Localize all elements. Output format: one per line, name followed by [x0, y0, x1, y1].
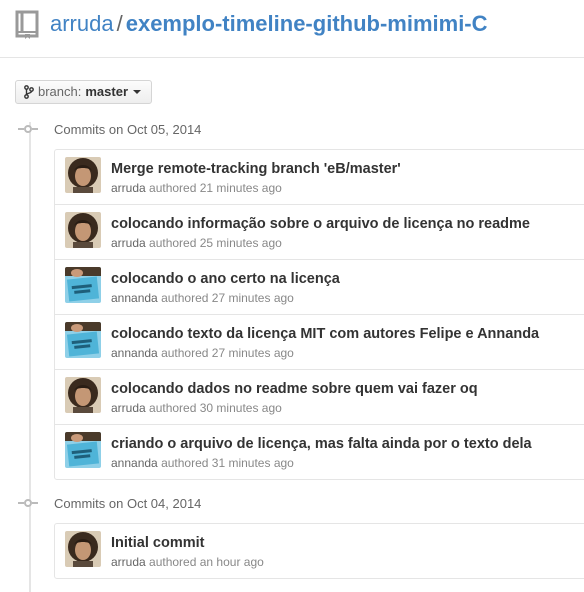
commit-row: Merge remote-tracking branch 'eB/master'…	[55, 150, 584, 205]
caret-down-icon	[133, 90, 142, 94]
commit-node-icon	[18, 125, 38, 133]
commit-group-header: Commits on Oct 04, 2014	[0, 496, 584, 512]
commit-time: 27 minutes ago	[211, 346, 294, 360]
commit-author-link[interactable]: annanda	[111, 291, 158, 305]
commit-group-date: Commits on Oct 05, 2014	[54, 122, 202, 137]
commit-timeline	[29, 122, 31, 592]
commit-meta: annanda authored 31 minutes ago	[111, 455, 294, 471]
path-separator: /	[116, 11, 123, 36]
branch-select-button[interactable]: branch: master	[15, 80, 153, 104]
commit-meta: arruda authored 25 minutes ago	[111, 235, 282, 251]
repo-name-link[interactable]: exemplo-timeline-github-mimimi-C	[126, 11, 488, 36]
commit-row: colocando dados no readme sobre quem vai…	[55, 370, 584, 425]
commit-group-date: Commits on Oct 04, 2014	[54, 496, 202, 511]
commit-message-link[interactable]: criando o arquivo de licença, mas falta …	[111, 435, 532, 453]
commit-meta: arruda authored 21 minutes ago	[111, 180, 282, 196]
branch-prefix-label: branch:	[38, 84, 82, 99]
page-title: arruda / exemplo-timeline-github-mimimi-C	[50, 9, 488, 39]
arruda-avatar[interactable]	[65, 531, 101, 567]
commit-meta: arruda authored 30 minutes ago	[111, 400, 282, 416]
commit-row: colocando informação sobre o arquivo de …	[55, 205, 584, 260]
arruda-avatar[interactable]	[65, 212, 101, 248]
commit-author-link[interactable]: annanda	[111, 456, 158, 470]
annanda-avatar[interactable]	[65, 267, 101, 303]
branch-icon	[24, 85, 34, 99]
commit-author-link[interactable]: annanda	[111, 346, 158, 360]
arruda-avatar[interactable]	[65, 377, 101, 413]
commit-row: Initial commit arruda authored an hour a…	[55, 524, 584, 578]
commit-message-link[interactable]: Merge remote-tracking branch 'eB/master'	[111, 160, 401, 178]
commit-time: an hour ago	[199, 555, 264, 569]
commit-action: authored	[161, 346, 209, 360]
commit-message-link[interactable]: colocando o ano certo na licença	[111, 270, 340, 288]
commit-author-link[interactable]: arruda	[111, 401, 146, 415]
commit-list: Merge remote-tracking branch 'eB/master'…	[54, 149, 584, 480]
commit-time: 21 minutes ago	[199, 181, 282, 195]
repo-header: arruda / exemplo-timeline-github-mimimi-C	[0, 0, 584, 58]
commit-time: 31 minutes ago	[211, 456, 294, 470]
commit-message-link[interactable]: Initial commit	[111, 534, 204, 552]
commit-row: colocando texto da licença MIT com autor…	[55, 315, 584, 370]
branch-name: master	[85, 84, 129, 99]
commit-group-header: Commits on Oct 05, 2014	[0, 122, 584, 138]
commit-action: authored	[149, 555, 197, 569]
commit-message-link[interactable]: colocando texto da licença MIT com autor…	[111, 325, 539, 343]
commit-node-icon	[18, 499, 38, 507]
commit-message-link[interactable]: colocando informação sobre o arquivo de …	[111, 215, 530, 233]
commit-action: authored	[149, 401, 197, 415]
commit-action: authored	[161, 456, 209, 470]
commit-author-link[interactable]: arruda	[111, 555, 146, 569]
commit-row: criando o arquivo de licença, mas falta …	[55, 425, 584, 479]
commit-action: authored	[149, 236, 197, 250]
commit-time: 27 minutes ago	[211, 291, 294, 305]
annanda-avatar[interactable]	[65, 432, 101, 468]
repo-icon	[15, 10, 39, 39]
commit-author-link[interactable]: arruda	[111, 181, 146, 195]
commit-author-link[interactable]: arruda	[111, 236, 146, 250]
commit-time: 25 minutes ago	[199, 236, 282, 250]
owner-link[interactable]: arruda	[50, 11, 114, 36]
commit-meta: annanda authored 27 minutes ago	[111, 290, 294, 306]
commit-list: Initial commit arruda authored an hour a…	[54, 523, 584, 579]
commit-meta: annanda authored 27 minutes ago	[111, 345, 294, 361]
arruda-avatar[interactable]	[65, 157, 101, 193]
commit-message-link[interactable]: colocando dados no readme sobre quem vai…	[111, 380, 478, 398]
commit-meta: arruda authored an hour ago	[111, 554, 264, 570]
commit-time: 30 minutes ago	[199, 401, 282, 415]
commit-row: colocando o ano certo na licença annanda…	[55, 260, 584, 315]
annanda-avatar[interactable]	[65, 322, 101, 358]
commit-action: authored	[149, 181, 197, 195]
commit-action: authored	[161, 291, 209, 305]
